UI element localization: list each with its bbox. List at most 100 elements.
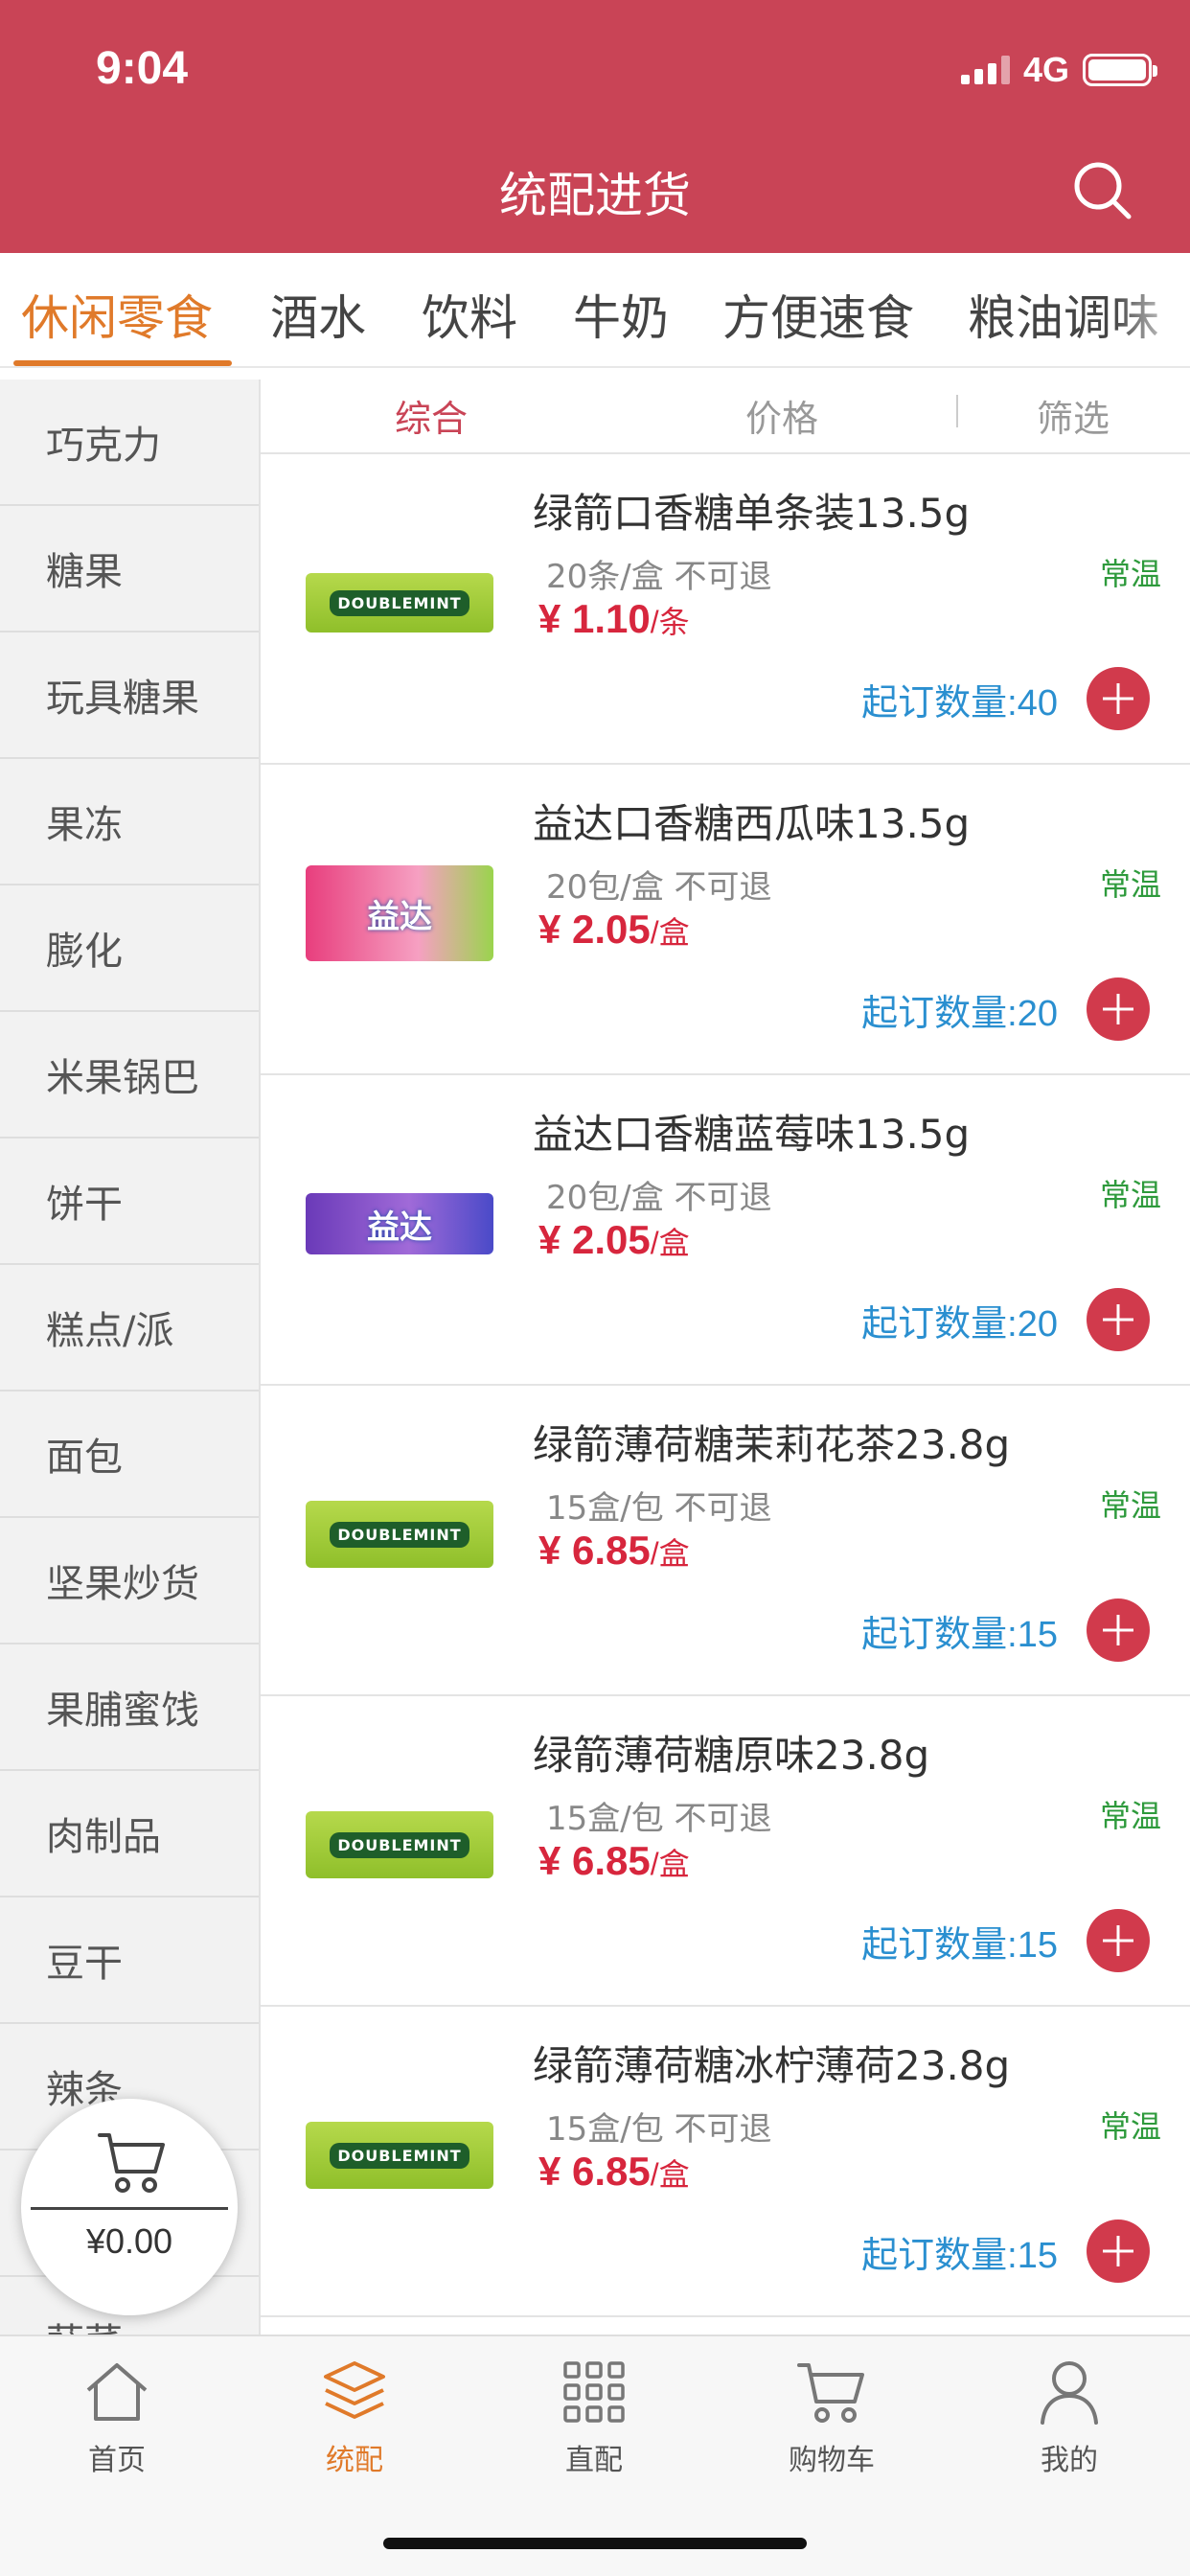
product-name: 绿箭薄荷糖茉莉花茶23.8g bbox=[533, 1421, 1011, 1468]
min-order-quantity: 起订数量:20 bbox=[861, 1304, 1058, 1345]
header-bar: 9:04 4G 统配进货 bbox=[0, 0, 1190, 253]
add-to-cart-button[interactable] bbox=[1087, 1598, 1150, 1662]
user-icon bbox=[1041, 2361, 1098, 2425]
filter-button[interactable]: 筛选 bbox=[1037, 389, 1110, 442]
product-image: 益达 bbox=[299, 1123, 500, 1324]
min-order-quantity: 起订数量:40 bbox=[861, 683, 1058, 724]
product-image: DOUBLEMINT bbox=[299, 502, 500, 703]
active-tab-indicator bbox=[13, 360, 232, 366]
add-to-cart-button[interactable] bbox=[1087, 2220, 1150, 2283]
product-card[interactable]: DOUBLEMINT 绿箭薄荷糖冰柠薄荷23.8g 15盒/包 不可退 ¥ 6.… bbox=[261, 2007, 1190, 2317]
nav-mine[interactable]: 我的 bbox=[993, 2356, 1146, 2478]
storage-badge: 常温 bbox=[1099, 1798, 1161, 1834]
sidebar-item-rice-crackers[interactable]: 米果锅巴 bbox=[0, 1012, 259, 1138]
sidebar-item-biscuits[interactable]: 饼干 bbox=[0, 1138, 259, 1265]
min-order-quantity: 起订数量:15 bbox=[861, 1615, 1058, 1655]
search-icon[interactable] bbox=[1069, 157, 1136, 224]
tab-milk[interactable]: 牛奶 bbox=[573, 280, 669, 349]
status-time: 9:04 bbox=[96, 43, 189, 94]
product-card[interactable]: DOUBLEMINT 绿箭薄荷糖原味23.8g 15盒/包 不可退 ¥ 6.85… bbox=[261, 1696, 1190, 2007]
layers-icon bbox=[324, 2361, 385, 2419]
sidebar-item-nuts[interactable]: 坚果炒货 bbox=[0, 1518, 259, 1644]
page-title: 统配进货 bbox=[499, 168, 691, 223]
category-tabs: 休闲零食 酒水 饮料 牛奶 方便速食 粮油调味 bbox=[0, 253, 1190, 368]
product-price: ¥ 6.85/盒 bbox=[538, 1528, 690, 1573]
nav-cart[interactable]: 购物车 bbox=[755, 2356, 908, 2478]
sidebar-item-preserved-fruit[interactable]: 果脯蜜饯 bbox=[0, 1644, 259, 1771]
sort-bar: 综合 价格 筛选 bbox=[261, 368, 1190, 454]
product-name: 绿箭口香糖单条装13.5g bbox=[533, 490, 971, 537]
sort-price[interactable]: 价格 bbox=[745, 389, 818, 442]
product-spec: 15盒/包 不可退 bbox=[546, 1800, 772, 1838]
product-name: 益达口香糖西瓜味13.5g bbox=[533, 800, 971, 847]
sidebar-item-jelly[interactable]: 果冻 bbox=[0, 759, 259, 886]
product-price: ¥ 2.05/盒 bbox=[538, 1217, 690, 1262]
floating-cart-button[interactable]: ¥0.00 bbox=[21, 2099, 238, 2315]
product-spec: 15盒/包 不可退 bbox=[546, 2110, 772, 2149]
product-spec: 20包/盒 不可退 bbox=[546, 1179, 772, 1217]
product-price: ¥ 1.10/条 bbox=[538, 596, 690, 641]
plus-icon bbox=[1103, 1304, 1133, 1335]
cart-total: ¥0.00 bbox=[85, 2221, 173, 2261]
network-type: 4G bbox=[1022, 50, 1069, 89]
tab-snacks[interactable]: 休闲零食 bbox=[21, 280, 213, 349]
plus-icon bbox=[1103, 2236, 1133, 2266]
nav-tongpei[interactable]: 统配 bbox=[278, 2356, 431, 2478]
sort-comprehensive[interactable]: 综合 bbox=[395, 389, 468, 442]
product-spec: 20包/盒 不可退 bbox=[546, 868, 772, 907]
product-image: DOUBLEMINT bbox=[299, 1744, 500, 1945]
product-card[interactable]: 益达 益达口香糖西瓜味13.5g 20包/盒 不可退 ¥ 2.05/盒 常温 起… bbox=[261, 765, 1190, 1075]
nav-home[interactable]: 首页 bbox=[40, 2356, 194, 2478]
storage-badge: 常温 bbox=[1099, 866, 1161, 903]
sidebar-item-toy-candy[interactable]: 玩具糖果 bbox=[0, 632, 259, 759]
sidebar-item-meat[interactable]: 肉制品 bbox=[0, 1771, 259, 1898]
product-name: 绿箭薄荷糖原味23.8g bbox=[533, 1732, 930, 1779]
storage-badge: 常温 bbox=[1099, 2108, 1161, 2145]
plus-icon bbox=[1103, 994, 1133, 1024]
tab-beverages[interactable]: 饮料 bbox=[422, 280, 517, 349]
add-to-cart-button[interactable] bbox=[1087, 978, 1150, 1041]
add-to-cart-button[interactable] bbox=[1087, 667, 1150, 730]
sidebar-item-bread[interactable]: 面包 bbox=[0, 1392, 259, 1518]
sidebar-item-tofu[interactable]: 豆干 bbox=[0, 1898, 259, 2024]
sidebar-item-candy[interactable]: 糖果 bbox=[0, 506, 259, 632]
product-price: ¥ 6.85/盒 bbox=[538, 1838, 690, 1883]
product-name: 益达口香糖蓝莓味13.5g bbox=[533, 1111, 971, 1158]
storage-badge: 常温 bbox=[1099, 1177, 1161, 1213]
home-indicator bbox=[383, 2538, 807, 2549]
product-name: 绿箭薄荷糖冰柠薄荷23.8g bbox=[533, 2042, 1011, 2089]
plus-icon bbox=[1103, 1615, 1133, 1645]
product-card[interactable]: DOUBLEMINT 绿箭薄荷糖茉莉花茶23.8g 15盒/包 不可退 ¥ 6.… bbox=[261, 1386, 1190, 1696]
sidebar-item-pastry[interactable]: 糕点/派 bbox=[0, 1265, 259, 1392]
add-to-cart-button[interactable] bbox=[1087, 1909, 1150, 1972]
product-spec: 15盒/包 不可退 bbox=[546, 1489, 772, 1528]
product-spec: 20条/盒 不可退 bbox=[546, 558, 772, 596]
product-image: 益达 bbox=[299, 813, 500, 1014]
min-order-quantity: 起订数量:15 bbox=[861, 2236, 1058, 2276]
product-list: DOUBLEMINT 绿箭口香糖单条装13.5g 20条/盒 不可退 ¥ 1.1… bbox=[261, 454, 1190, 2317]
storage-badge: 常温 bbox=[1099, 556, 1161, 592]
signal-icon bbox=[960, 56, 1010, 84]
storage-badge: 常温 bbox=[1099, 1487, 1161, 1524]
battery-icon bbox=[1083, 54, 1157, 86]
min-order-quantity: 起订数量:20 bbox=[861, 994, 1058, 1034]
product-card[interactable]: 益达 益达口香糖蓝莓味13.5g 20包/盒 不可退 ¥ 2.05/盒 常温 起… bbox=[261, 1075, 1190, 1386]
cart-icon bbox=[797, 2363, 864, 2423]
product-price: ¥ 2.05/盒 bbox=[538, 907, 690, 952]
status-indicators: 4G bbox=[960, 50, 1157, 90]
product-image: DOUBLEMINT bbox=[299, 2055, 500, 2256]
cart-icon bbox=[98, 2133, 165, 2193]
add-to-cart-button[interactable] bbox=[1087, 1288, 1150, 1351]
home-icon bbox=[86, 2363, 148, 2421]
plus-icon bbox=[1103, 683, 1133, 714]
sidebar-item-puffed[interactable]: 膨化 bbox=[0, 886, 259, 1012]
grid-icon bbox=[563, 2361, 625, 2423]
sidebar-item-chocolate[interactable]: 巧克力 bbox=[0, 380, 259, 506]
product-card[interactable]: DOUBLEMINT 绿箭口香糖单条装13.5g 20条/盒 不可退 ¥ 1.1… bbox=[261, 454, 1190, 765]
tab-instant-food[interactable]: 方便速食 bbox=[722, 280, 914, 349]
min-order-quantity: 起订数量:15 bbox=[861, 1925, 1058, 1966]
tab-liquor[interactable]: 酒水 bbox=[270, 280, 366, 349]
product-price: ¥ 6.85/盒 bbox=[538, 2149, 690, 2194]
nav-zhipei[interactable]: 直配 bbox=[517, 2356, 671, 2478]
plus-icon bbox=[1103, 1925, 1133, 1956]
